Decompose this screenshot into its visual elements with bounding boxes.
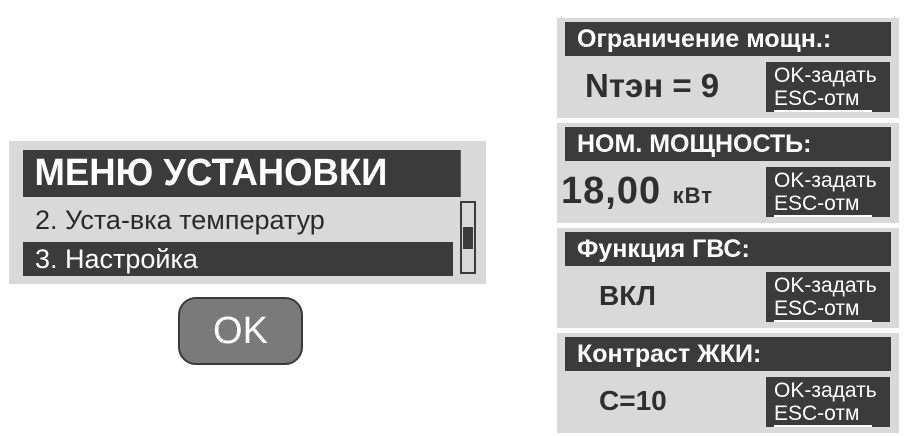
panel-title: Контраст ЖКИ: xyxy=(565,337,891,371)
panel-title: Функция ГВС: xyxy=(565,232,891,266)
hint-esc: ESC-отм xyxy=(774,87,872,112)
panel-title: НОМ. МОЩНОСТЬ: xyxy=(565,127,891,161)
hint-esc: ESC-отм xyxy=(774,297,872,322)
panel-value: 18,00 кВт xyxy=(561,167,761,215)
hint-esc: ESC-отм xyxy=(774,402,872,427)
power-limit-panel: Ограничение мощн.: Nтэн = 9 OK-задать ES… xyxy=(557,18,899,118)
ok-button[interactable]: OK xyxy=(178,297,303,365)
menu-title: МЕНЮ УСТАНОВКИ xyxy=(23,150,461,197)
menu-item-setup[interactable]: 3. Настройка xyxy=(23,242,453,276)
scrollbar-thumb[interactable] xyxy=(463,227,473,249)
nominal-power-panel: НОМ. МОЩНОСТЬ: 18,00 кВт OK-задать ESC-о… xyxy=(557,123,899,223)
menu-scrollbar[interactable] xyxy=(460,201,476,274)
value-text: 18,00 xyxy=(561,170,662,212)
panel-hint: OK-задать ESC-отм xyxy=(766,167,890,217)
value-text: С=10 xyxy=(599,385,667,416)
panel-title: Ограничение мощн.: xyxy=(565,22,891,56)
panel-hint: OK-задать ESC-отм xyxy=(766,272,890,322)
value-text: Nтэн = 9 xyxy=(585,67,720,104)
hot-water-function-panel: Функция ГВС: ВКЛ OK-задать ESC-отм xyxy=(557,228,899,328)
hint-ok: OK-задать xyxy=(774,169,877,192)
settings-menu-display: МЕНЮ УСТАНОВКИ 2. Уста-вка температур 3.… xyxy=(9,141,486,284)
hint-ok: OK-задать xyxy=(774,274,877,297)
panel-hint: OK-задать ESC-отм xyxy=(766,62,890,112)
panel-value: Nтэн = 9 xyxy=(585,62,785,110)
value-text: ВКЛ xyxy=(599,280,656,311)
panel-hint: OK-задать ESC-отм xyxy=(766,377,890,427)
menu-item-temperature-setpoints[interactable]: 2. Уста-вка температур xyxy=(23,203,453,237)
value-unit: кВт xyxy=(672,183,714,208)
hint-esc: ESC-отм xyxy=(774,192,872,217)
hint-ok: OK-задать xyxy=(774,379,877,402)
hint-ok: OK-задать xyxy=(774,64,877,87)
lcd-contrast-panel: Контраст ЖКИ: С=10 OK-задать ESC-отм xyxy=(557,333,899,433)
